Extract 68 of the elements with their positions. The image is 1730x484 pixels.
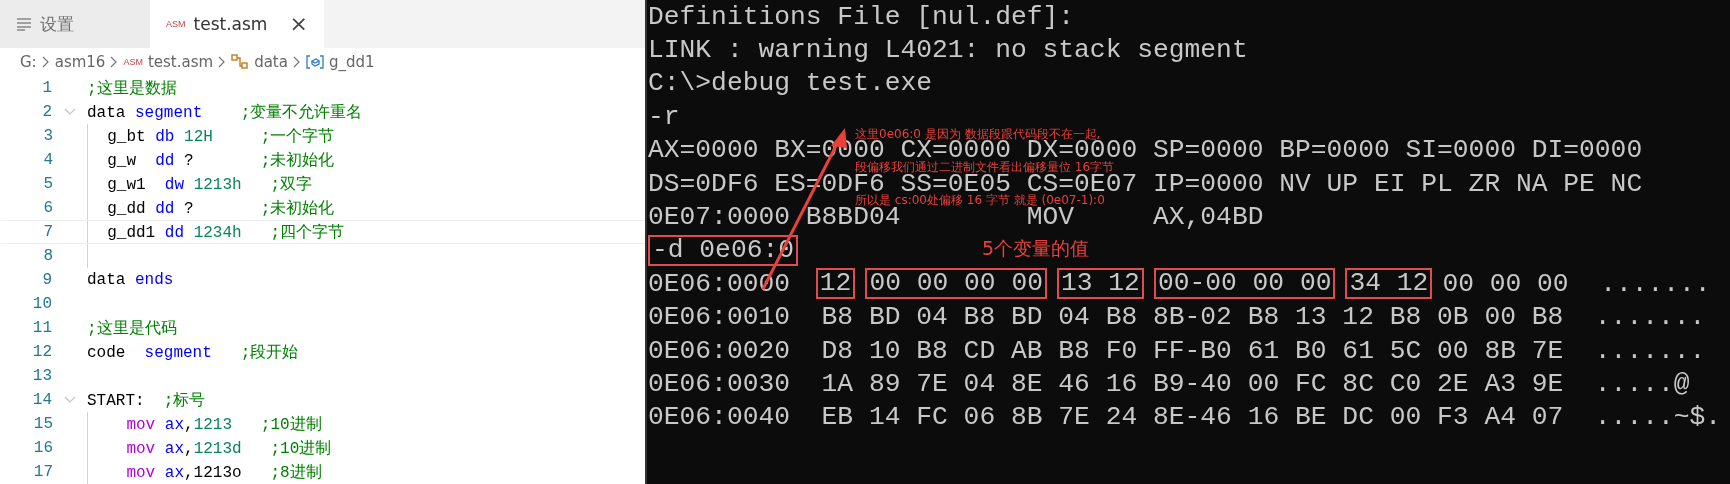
line-number: 14 xyxy=(31,391,52,409)
chevron-icon xyxy=(110,56,119,68)
editor-tab[interactable]: ASM test.asm × xyxy=(150,0,324,48)
code-line: mov ax,1213 ;10进制 xyxy=(125,414,322,435)
line-number: 12 xyxy=(31,343,52,361)
close-icon[interactable]: × xyxy=(289,13,308,35)
terminal-line: C:\>debug test.exe xyxy=(648,73,933,94)
code-line: ;这里是数据 xyxy=(87,78,177,99)
line-number: 10 xyxy=(31,295,52,313)
terminal-line: 0E06:0030 1A 89 7E 04 8E 46 16 B9-40 00 FC 8C C0 2E A3 9E .....@ xyxy=(648,374,1690,394)
line-number: 1 xyxy=(41,79,52,97)
variable-icon xyxy=(305,55,324,69)
annotation-label: 5个变量的值 xyxy=(982,236,1090,261)
line-number: 13 xyxy=(31,367,52,385)
file-type-label: ASM xyxy=(123,57,143,67)
chevron-icon xyxy=(218,56,227,68)
highlighted-value: 12 xyxy=(815,268,856,300)
terminal-line: 0E06:0020 D8 10 B8 CD AB B8 F0 FF-B0 61 B0 61 5C 00 8B 7E ....... xyxy=(648,340,1706,361)
line-number: 5 xyxy=(42,175,53,193)
editor-tab[interactable]: 设置 xyxy=(0,0,150,48)
terminal-line: Definitions File [nul.def]: xyxy=(648,6,1075,27)
structure-icon xyxy=(231,54,250,70)
line-number: 7 xyxy=(42,223,53,241)
line-number: 4 xyxy=(42,151,53,169)
line-number: 15 xyxy=(32,415,53,433)
code-line: g_dd dd ? ;未初始化 xyxy=(106,198,335,219)
highlighted-value: 00-00 00 00 xyxy=(1153,268,1336,300)
code-line: g_dd1 dd 1234h ;四个字节 xyxy=(106,222,345,243)
line-number: 11 xyxy=(31,319,52,337)
highlighted-value: 00 00 00 00 xyxy=(865,268,1047,300)
code-line: g_w dd ? ;未初始化 xyxy=(106,150,335,171)
line-number: 9 xyxy=(41,271,52,289)
terminal-line: 0E06:0040 EB 14 FC 06 8B 7E 24 8E-46 16 BE DC 00 F3 A4 07 .....~$. xyxy=(648,407,1722,428)
terminal-line: -r xyxy=(648,106,680,127)
terminal-line: 0E06:0010 B8 BD 04 B8 BD 04 B8 8B-02 B8 13 12 B8 0B 00 B8 ....... xyxy=(648,307,1706,328)
highlighted-value: 34 12 xyxy=(1345,268,1433,300)
terminal-line: LINK : warning L4021: no stack segment xyxy=(648,40,1248,61)
list-icon xyxy=(16,17,32,31)
chevron-icon xyxy=(41,56,50,68)
breadcrumb-item[interactable]: G: xyxy=(20,53,37,71)
line-number: 16 xyxy=(32,439,53,457)
breadcrumb-item[interactable]: test.asm xyxy=(147,53,214,71)
code-line: code segment ;段开始 xyxy=(87,342,299,363)
line-number: 8 xyxy=(42,247,53,265)
highlighted-value: 13 12 xyxy=(1056,268,1144,300)
code-line: g_bt db 12H ;一个字节 xyxy=(106,126,335,147)
breadcrumb-item[interactable]: data xyxy=(254,53,288,71)
code-line: g_w1 dw 1213h ;双字 xyxy=(106,174,313,195)
code-line: data ends xyxy=(87,271,174,289)
breadcrumb-item[interactable]: g_dd1 xyxy=(328,53,375,71)
annotation-note: 所以是 cs:00处偏移 16 字节 就是 (0e07-1):0 xyxy=(855,194,1106,207)
terminal-line: 0E07:0000 B8BD04 MOV AX,04BD xyxy=(648,207,1264,228)
code-line: data segment ;变量不允许重名 xyxy=(87,102,363,123)
terminal-text: 00 00 00 ....... xyxy=(1442,273,1711,294)
annotation-note: 段偏移我们通过二进制文件看出偏移量位 16字节 xyxy=(855,161,1115,173)
breadcrumb-item[interactable]: asm16 xyxy=(54,53,106,71)
code-line: mov ax,1213o ;8进制 xyxy=(125,462,322,483)
file-type-label: ASM xyxy=(166,19,186,29)
code-line: START: ;标号 xyxy=(87,390,206,411)
line-number: 2 xyxy=(41,103,52,121)
code-line: ;这里是代码 xyxy=(87,318,177,339)
annotation-note: 这里0e06:0 是因为 数据段跟代码段不在一起, xyxy=(855,127,1101,140)
chevron-icon xyxy=(292,56,301,68)
line-number: 6 xyxy=(42,199,53,217)
line-number: 17 xyxy=(32,463,53,481)
code-line: mov ax,1213d ;10进制 xyxy=(125,438,332,459)
line-number: 3 xyxy=(42,127,53,145)
terminal-text: 0E06:0000 xyxy=(648,273,792,294)
